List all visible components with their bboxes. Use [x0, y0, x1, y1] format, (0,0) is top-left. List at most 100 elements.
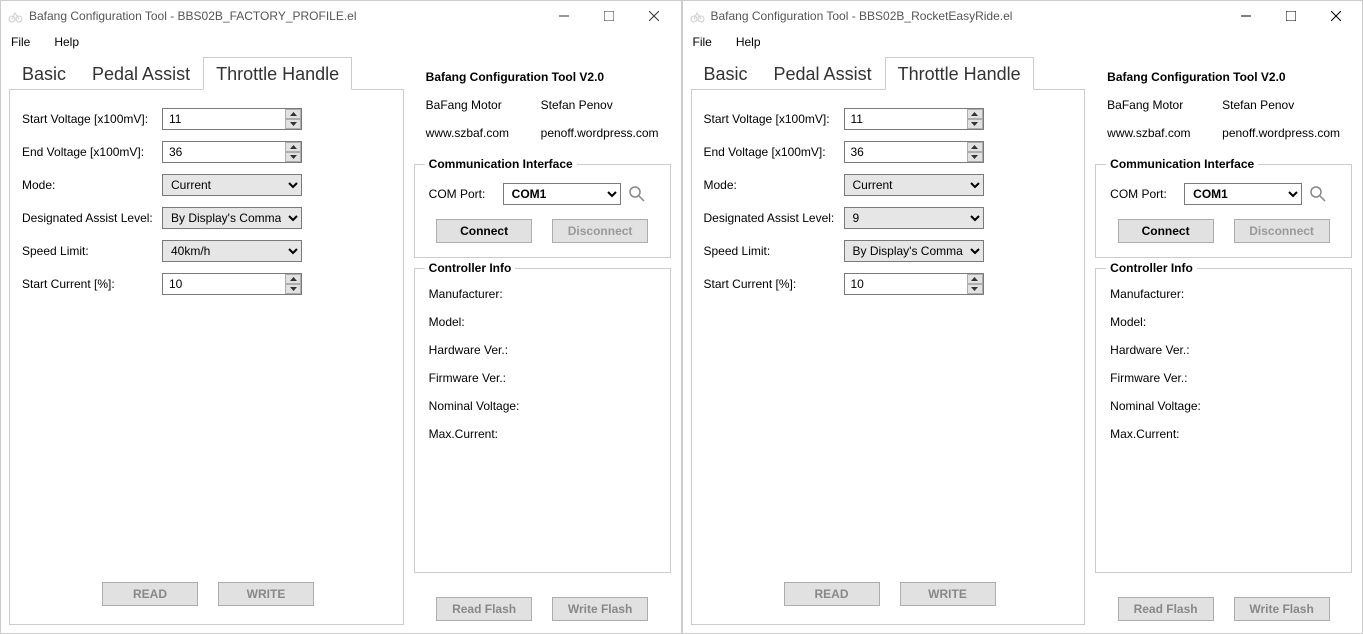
spin-up-icon[interactable] — [967, 142, 983, 152]
spin-down-icon[interactable] — [285, 119, 301, 129]
tab-bar: Basic Pedal Assist Throttle Handle — [9, 56, 404, 89]
end-voltage-input[interactable] — [162, 141, 302, 163]
ci-manufacturer: Manufacturer: — [429, 287, 656, 301]
minimize-button[interactable] — [542, 2, 587, 30]
spin-up-icon[interactable] — [967, 109, 983, 119]
tab-basic[interactable]: Basic — [9, 57, 79, 90]
connect-button[interactable]: Connect — [436, 219, 532, 243]
menubar: File Help — [1, 31, 681, 52]
com-port-select[interactable]: COM1 — [503, 183, 621, 205]
speed-limit-label: Speed Limit: — [704, 244, 840, 258]
tab-basic[interactable]: Basic — [691, 57, 761, 90]
com-port-label: COM Port: — [429, 187, 495, 201]
start-voltage-input[interactable] — [844, 108, 984, 130]
search-icon[interactable] — [629, 186, 645, 202]
start-current-input[interactable] — [844, 273, 984, 295]
read-flash-button[interactable]: Read Flash — [1118, 597, 1214, 621]
end-voltage-label: End Voltage [x100mV]: — [22, 145, 158, 159]
comm-legend: Communication Interface — [425, 157, 577, 171]
read-flash-button[interactable]: Read Flash — [436, 597, 532, 621]
penoff-link[interactable]: penoff.wordpress.com — [541, 126, 659, 140]
tab-bar: Basic Pedal Assist Throttle Handle — [691, 56, 1086, 89]
menubar: File Help — [683, 31, 1363, 52]
author-label: Stefan Penov — [1222, 98, 1294, 112]
close-button[interactable] — [1313, 2, 1358, 30]
window-title: Bafang Configuration Tool - BBS02B_FACTO… — [29, 9, 542, 23]
szbaf-link[interactable]: www.szbaf.com — [426, 126, 541, 140]
spin-down-icon[interactable] — [285, 152, 301, 162]
tab-throttle-handle[interactable]: Throttle Handle — [885, 57, 1034, 90]
controller-info-group: Controller Info Manufacturer: Model: Har… — [414, 268, 671, 573]
start-voltage-label: Start Voltage [x100mV]: — [704, 112, 840, 126]
spin-down-icon[interactable] — [967, 119, 983, 129]
app-icon — [7, 8, 23, 24]
titlebar[interactable]: Bafang Configuration Tool - BBS02B_Rocke… — [683, 1, 1363, 31]
disconnect-button[interactable]: Disconnect — [552, 219, 648, 243]
tab-panel: Start Voltage [x100mV]: End Voltage [x10… — [9, 89, 404, 625]
ci-max-current: Max.Current: — [429, 427, 656, 441]
tab-pedal-assist[interactable]: Pedal Assist — [761, 57, 885, 90]
read-button[interactable]: READ — [784, 582, 880, 606]
menu-help[interactable]: Help — [730, 33, 767, 51]
tab-panel: Start Voltage [x100mV]: End Voltage [x10… — [691, 89, 1086, 625]
spin-down-icon[interactable] — [967, 284, 983, 294]
mode-select[interactable]: Current — [844, 174, 984, 196]
maximize-button[interactable] — [1268, 2, 1313, 30]
mode-label: Mode: — [704, 178, 840, 192]
app-version-title: Bafang Configuration Tool V2.0 — [426, 70, 659, 84]
window-right: Bafang Configuration Tool - BBS02B_Rocke… — [682, 0, 1363, 634]
ci-legend: Controller Info — [425, 261, 516, 275]
close-button[interactable] — [632, 2, 677, 30]
app-version-title: Bafang Configuration Tool V2.0 — [1107, 70, 1340, 84]
window-title: Bafang Configuration Tool - BBS02B_Rocke… — [711, 9, 1224, 23]
start-current-input[interactable] — [162, 273, 302, 295]
write-button[interactable]: WRITE — [900, 582, 996, 606]
start-current-label: Start Current [%]: — [704, 277, 840, 291]
start-voltage-label: Start Voltage [x100mV]: — [22, 112, 158, 126]
spin-up-icon[interactable] — [285, 109, 301, 119]
szbaf-link[interactable]: www.szbaf.com — [1107, 126, 1222, 140]
tab-pedal-assist[interactable]: Pedal Assist — [79, 57, 203, 90]
app-icon — [689, 8, 705, 24]
ci-max-current: Max.Current: — [1110, 427, 1337, 441]
menu-file[interactable]: File — [687, 33, 718, 51]
spin-up-icon[interactable] — [285, 274, 301, 284]
speed-limit-select[interactable]: By Display's Command — [844, 240, 984, 262]
search-icon[interactable] — [1310, 186, 1326, 202]
maximize-button[interactable] — [587, 2, 632, 30]
connect-button[interactable]: Connect — [1118, 219, 1214, 243]
menu-help[interactable]: Help — [48, 33, 85, 51]
tab-throttle-handle[interactable]: Throttle Handle — [203, 57, 352, 90]
menu-file[interactable]: File — [5, 33, 36, 51]
read-button[interactable]: READ — [102, 582, 198, 606]
ci-nominal-voltage: Nominal Voltage: — [429, 399, 656, 413]
dal-select[interactable]: By Display's Command — [162, 207, 302, 229]
ci-nominal-voltage: Nominal Voltage: — [1110, 399, 1337, 413]
speed-limit-select[interactable]: 40km/h — [162, 240, 302, 262]
penoff-link[interactable]: penoff.wordpress.com — [1222, 126, 1340, 140]
start-current-label: Start Current [%]: — [22, 277, 158, 291]
mode-select[interactable]: Current — [162, 174, 302, 196]
write-flash-button[interactable]: Write Flash — [1234, 597, 1330, 621]
comm-group: Communication Interface COM Port: COM1 C… — [414, 164, 671, 258]
motor-label: BaFang Motor — [1107, 98, 1222, 112]
write-flash-button[interactable]: Write Flash — [552, 597, 648, 621]
minimize-button[interactable] — [1223, 2, 1268, 30]
start-voltage-input[interactable] — [162, 108, 302, 130]
disconnect-button[interactable]: Disconnect — [1234, 219, 1330, 243]
ci-model: Model: — [429, 315, 656, 329]
dal-select[interactable]: 9 — [844, 207, 984, 229]
write-button[interactable]: WRITE — [218, 582, 314, 606]
spin-up-icon[interactable] — [967, 274, 983, 284]
window-left: Bafang Configuration Tool - BBS02B_FACTO… — [0, 0, 682, 634]
ci-firmware: Firmware Ver.: — [1110, 371, 1337, 385]
titlebar[interactable]: Bafang Configuration Tool - BBS02B_FACTO… — [1, 1, 681, 31]
ci-hardware: Hardware Ver.: — [429, 343, 656, 357]
spin-up-icon[interactable] — [285, 142, 301, 152]
com-port-select[interactable]: COM1 — [1184, 183, 1302, 205]
spin-down-icon[interactable] — [967, 152, 983, 162]
end-voltage-input[interactable] — [844, 141, 984, 163]
end-voltage-label: End Voltage [x100mV]: — [704, 145, 840, 159]
spin-down-icon[interactable] — [285, 284, 301, 294]
author-label: Stefan Penov — [541, 98, 613, 112]
